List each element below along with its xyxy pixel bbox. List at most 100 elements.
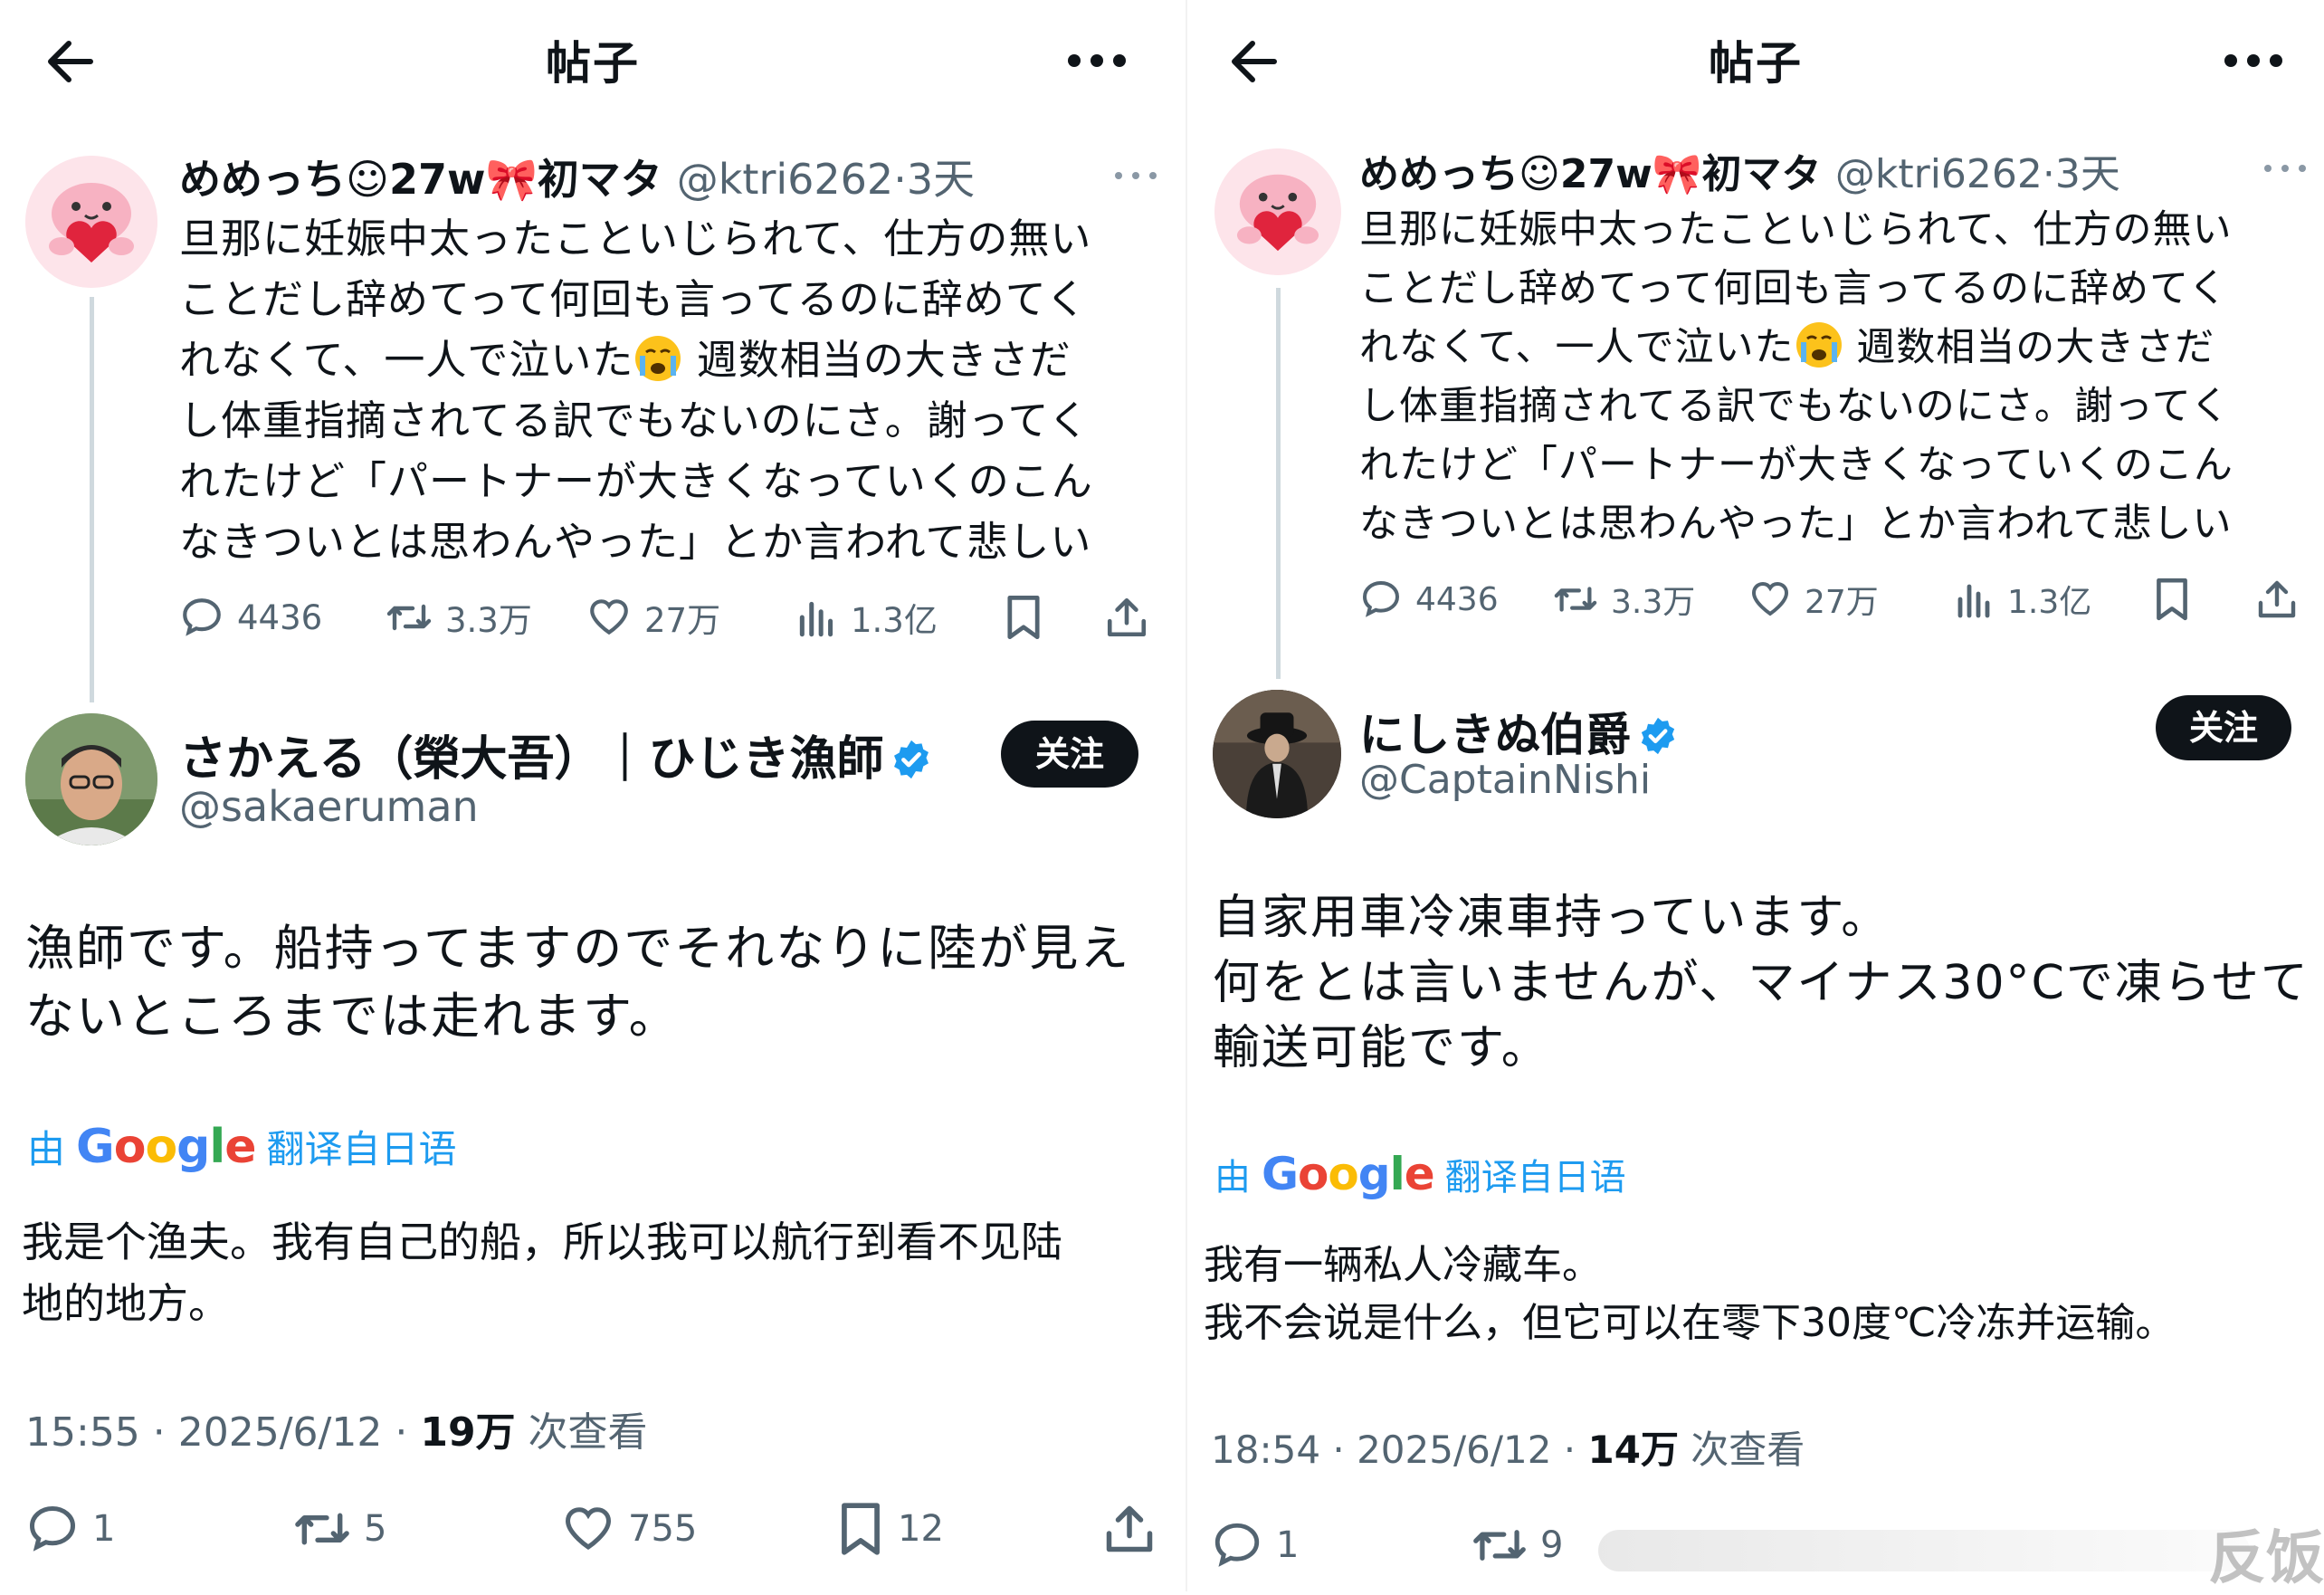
follow-button[interactable]: 关注	[2156, 695, 2291, 760]
quoted-author-line: めめっち☺27w🎀初マタ @ktri6262·3天	[179, 147, 975, 206]
reply-icon	[1362, 580, 1400, 617]
reply-button[interactable]: 4436	[1359, 572, 1499, 626]
bookmark-icon	[842, 1503, 880, 1555]
quoted-text-line: れなくて、一人で泣いた 週数相当の大きさだ	[1359, 319, 2234, 377]
quoted-more-icon[interactable]	[1115, 172, 1157, 181]
quoted-author-handle[interactable]: @ktri6262	[1835, 151, 2043, 197]
author-handle[interactable]: @sakaeruman	[179, 782, 479, 831]
views-icon	[799, 601, 833, 637]
author-name-line[interactable]: さかえる（榮大吾）｜ひじき漁師	[179, 721, 932, 788]
views-button[interactable]: 1.3亿	[796, 590, 938, 645]
post-text-line: 漁師です。船持ってますのでそれなりに陸が見え	[25, 920, 1131, 977]
google-logo: Google	[76, 1119, 257, 1174]
translation-text: 我有一辆私人冷藏车。 我不会说是什么，但它可以在零下30度℃冷冻并运输。	[1204, 1237, 2175, 1352]
quoted-author-line: めめっち☺27w🎀初マタ @ktri6262·3天	[1359, 141, 2120, 199]
quoted-text-line: し体重指摘されてる訳でもないのにさ。謝ってく	[1359, 384, 2231, 429]
bookmark-button[interactable]	[1003, 590, 1044, 645]
retweet-button[interactable]: 3.3万	[386, 590, 532, 645]
thread-line	[90, 297, 94, 702]
quoted-avatar[interactable]	[25, 156, 157, 288]
quoted-author-handle[interactable]: @ktri6262	[677, 155, 893, 204]
translation-text: 我是个渔夫。我有自己的船，所以我可以航行到看不见陆 地的地方。	[22, 1211, 1062, 1334]
bookmark-button[interactable]: 12	[836, 1497, 944, 1561]
view-count: 19万	[420, 1409, 516, 1456]
heart-icon	[565, 1507, 612, 1551]
quoted-text-line: なきついとは思わんやった」とか言われて悲しい	[179, 518, 1092, 566]
quoted-text-line: 旦那に妊娠中太ったこといじられて、仕方の無い	[179, 215, 1092, 263]
quoted-author-name[interactable]: めめっち☺27w🎀初マタ	[1359, 151, 1822, 197]
heart-icon	[1751, 581, 1789, 616]
post-timestamp[interactable]: 15:55 · 2025/6/12 ·	[25, 1409, 420, 1456]
follow-button[interactable]: 关注	[1001, 721, 1138, 788]
share-button[interactable]	[1102, 1497, 1157, 1561]
reply-button[interactable]: 1	[25, 1497, 115, 1561]
retweet-icon	[1554, 587, 1597, 612]
quoted-text-line: れたけど「パートナーが大きくなっていくのこん	[179, 457, 1093, 505]
quoted-author-name[interactable]: めめっち☺27w🎀初マタ	[179, 155, 662, 204]
retweet-icon	[295, 1513, 349, 1545]
quoted-actions: 4436 3.3万 27万 1.3亿	[179, 590, 1157, 645]
crying-face-icon	[1795, 322, 1842, 368]
translation-line: 我有一辆私人冷藏车。	[1204, 1242, 1602, 1288]
like-button[interactable]: 755	[561, 1497, 697, 1561]
reply-icon	[1214, 1523, 1260, 1567]
google-logo: Google	[1262, 1148, 1435, 1200]
views-icon	[1957, 584, 1990, 618]
translation-line: 地的地方。	[22, 1279, 230, 1328]
reply-icon	[29, 1505, 76, 1552]
share-button[interactable]	[1104, 590, 1149, 645]
more-options-icon[interactable]	[1068, 54, 1126, 69]
top-bar: 帖子	[0, 0, 1186, 119]
author-avatar[interactable]	[1213, 690, 1341, 818]
retweet-button[interactable]: 3.3万	[1553, 572, 1695, 626]
views-button[interactable]: 1.3亿	[1955, 572, 2091, 626]
author-name[interactable]: さかえる（榮大吾）｜ひじき漁師	[179, 732, 883, 787]
retweet-button[interactable]: 9	[1472, 1514, 1563, 1577]
author-avatar[interactable]	[25, 713, 157, 845]
post-text: 漁師です。船持ってますのでそれなりに陸が見え ないところまでは走れます。	[25, 914, 1130, 1050]
quoted-avatar[interactable]	[1214, 148, 1341, 275]
share-icon	[1107, 597, 1147, 637]
retweet-icon	[386, 604, 432, 631]
quoted-time: ·3天	[893, 155, 976, 204]
author-name[interactable]: にしきぬ伯爵	[1359, 709, 1631, 761]
post-timestamp[interactable]: 18:54 · 2025/6/12 ·	[1211, 1428, 1588, 1472]
post-text-line: 自家用車冷凍車持っています。	[1213, 891, 1891, 945]
heart-icon	[590, 599, 628, 635]
post-panel-left: 帖子 めめっち☺27w🎀初マタ @ktri6262·3天 旦那に妊娠中太ったこと…	[0, 0, 1186, 1591]
page-title: 帖子	[1709, 37, 1803, 90]
bookmark-icon	[2157, 578, 2187, 621]
verified-badge-icon	[894, 740, 929, 779]
top-bar: 帖子	[1187, 0, 2324, 119]
post-meta: 18:54 · 2025/6/12 · 14万 次查看	[1211, 1428, 1805, 1472]
more-options-icon[interactable]	[2224, 54, 2282, 69]
reply-button[interactable]: 1	[1211, 1514, 1299, 1577]
bookmark-button[interactable]	[2152, 572, 2192, 626]
post-text-line: 輸送可能です。	[1213, 1021, 1550, 1075]
reply-button[interactable]: 4436	[179, 590, 322, 645]
post-text-line: 何をとは言いませんが、マイナス30°Cで凍らせて	[1213, 956, 2310, 1010]
bookmark-icon	[1007, 595, 1040, 640]
blurred-overlay	[1598, 1530, 2250, 1571]
quoted-more-icon[interactable]	[2264, 165, 2306, 174]
view-count: 14万	[1587, 1428, 1679, 1472]
author-name-line[interactable]: にしきぬ伯爵	[1359, 699, 1678, 764]
author-handle[interactable]: @CaptainNishi	[1359, 757, 1651, 803]
post-text: 自家用車冷凍車持っています。 何をとは言いませんが、マイナス30°Cで凍らせて …	[1213, 885, 2310, 1081]
quoted-text-line: れなくて、一人で泣いた 週数相当の大きさだ	[179, 336, 1072, 384]
share-icon	[1106, 1505, 1153, 1552]
translated-by-google-link[interactable]: 由 Google 翻译自日语	[1214, 1148, 1626, 1200]
watermark: 反饭	[2208, 1525, 2324, 1592]
quoted-time: ·3天	[2042, 151, 2120, 197]
share-icon	[2258, 580, 2296, 618]
quoted-text-line: なきついとは思わんやった」とか言われて悲しい	[1359, 501, 2233, 547]
share-button[interactable]	[2255, 572, 2299, 626]
quoted-text: 旦那に妊娠中太ったこといじられて、仕方の無い ことだし辞めてって何回も言ってるの…	[1359, 201, 2234, 554]
post-actions: 1 5 755 12	[25, 1497, 1166, 1561]
verified-badge-icon	[1641, 717, 1675, 755]
translated-by-google-link[interactable]: 由 Google 翻译自日语	[27, 1119, 457, 1174]
post-meta: 15:55 · 2025/6/12 · 19万 次查看	[25, 1409, 648, 1456]
like-button[interactable]: 27万	[1748, 572, 1879, 626]
retweet-button[interactable]: 5	[293, 1497, 386, 1561]
like-button[interactable]: 27万	[586, 590, 720, 645]
